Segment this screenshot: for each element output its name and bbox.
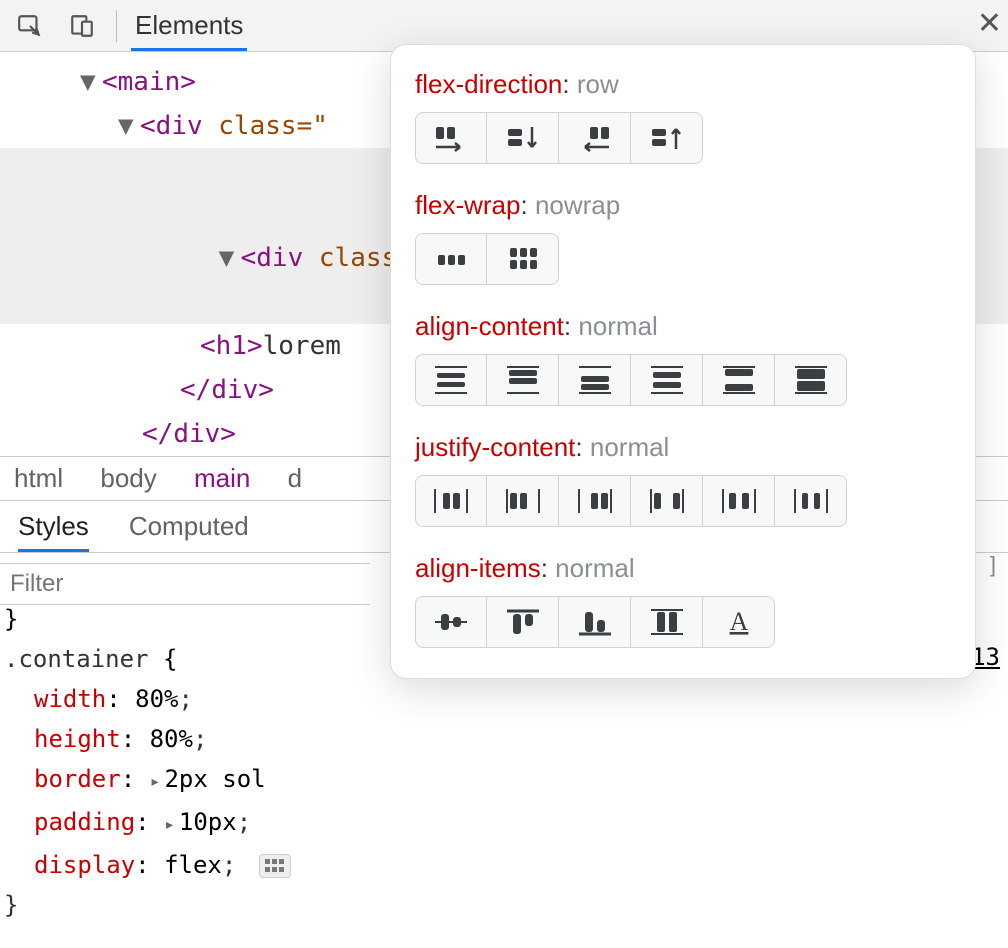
toolbar-separator	[116, 10, 117, 42]
flex-direction-row: flex-direction: row	[415, 69, 951, 164]
flex-wrap-nowrap-btn[interactable]	[415, 233, 487, 285]
flex-wrap-value: nowrap	[535, 190, 620, 220]
tab-styles[interactable]: Styles	[18, 501, 89, 552]
align-content-stretch-btn[interactable]	[775, 354, 847, 406]
styles-filter-input[interactable]	[0, 563, 370, 605]
inspect-icon[interactable]	[10, 6, 50, 46]
close-icon[interactable]: ✕	[977, 6, 1002, 41]
align-items-baseline-btn[interactable]: A	[703, 596, 775, 648]
tab-elements[interactable]: Elements	[131, 0, 247, 51]
justify-content-flex-start-btn[interactable]	[487, 475, 559, 527]
flex-wrap-label: flex-wrap	[415, 190, 520, 220]
flex-direction-row-btn[interactable]	[415, 112, 487, 164]
justify-content-row: justify-content: normal	[415, 432, 951, 527]
flex-direction-column-btn[interactable]	[487, 112, 559, 164]
align-items-label: align-items	[415, 553, 541, 583]
align-items-flex-end-btn[interactable]	[559, 596, 631, 648]
align-items-center-btn[interactable]	[415, 596, 487, 648]
rule-close-brace: }	[4, 885, 1004, 925]
justify-content-flex-end-btn[interactable]	[559, 475, 631, 527]
align-content-row: align-content: normal	[415, 311, 951, 406]
flex-wrap-wrap-btn[interactable]	[487, 233, 559, 285]
expand-shorthand-icon[interactable]: ▸	[164, 814, 175, 835]
align-content-center-btn[interactable]	[415, 354, 487, 406]
crumb-html[interactable]: html	[14, 463, 63, 493]
align-content-space-between-btn[interactable]	[703, 354, 775, 406]
flex-direction-label: flex-direction	[415, 69, 562, 99]
device-toggle-icon[interactable]	[62, 6, 102, 46]
flex-editor-popover: flex-direction: row flex-wrap: nowrap al…	[390, 44, 976, 679]
svg-text:A: A	[729, 607, 748, 636]
justify-content-space-around-btn[interactable]	[703, 475, 775, 527]
prop-display[interactable]: display: flex;	[4, 845, 1004, 885]
prop-height[interactable]: height: 80%;	[4, 719, 1004, 759]
flex-direction-row-reverse-btn[interactable]	[559, 112, 631, 164]
justify-content-label: justify-content	[415, 432, 575, 462]
flex-direction-column-reverse-btn[interactable]	[631, 112, 703, 164]
crumb-body[interactable]: body	[100, 463, 156, 493]
prop-width[interactable]: width: 80%;	[4, 679, 1004, 719]
justify-content-space-between-btn[interactable]	[631, 475, 703, 527]
align-content-space-around-btn[interactable]	[631, 354, 703, 406]
tab-computed[interactable]: Computed	[129, 501, 249, 552]
align-content-flex-end-btn[interactable]	[559, 354, 631, 406]
align-content-flex-start-btn[interactable]	[487, 354, 559, 406]
crumb-div[interactable]: d	[288, 463, 302, 493]
prop-padding[interactable]: padding: ▸10px;	[4, 802, 1004, 845]
prop-border[interactable]: border: ▸2px sol	[4, 759, 1004, 802]
align-items-stretch-btn[interactable]	[631, 596, 703, 648]
flex-direction-value: row	[577, 69, 619, 99]
justify-content-space-evenly-btn[interactable]	[775, 475, 847, 527]
justify-content-center-btn[interactable]	[415, 475, 487, 527]
clipped-bracket: ]	[990, 552, 996, 578]
align-content-label: align-content	[415, 311, 564, 341]
crumb-main[interactable]: main	[194, 463, 250, 493]
align-items-flex-start-btn[interactable]	[487, 596, 559, 648]
align-items-row: align-items: normal A	[415, 553, 951, 648]
flex-wrap-row: flex-wrap: nowrap	[415, 190, 951, 285]
flex-editor-chip-icon[interactable]	[259, 854, 291, 878]
align-content-value: normal	[578, 311, 657, 341]
align-items-value: normal	[555, 553, 634, 583]
justify-content-value: normal	[590, 432, 669, 462]
expand-shorthand-icon[interactable]: ▸	[150, 771, 161, 792]
